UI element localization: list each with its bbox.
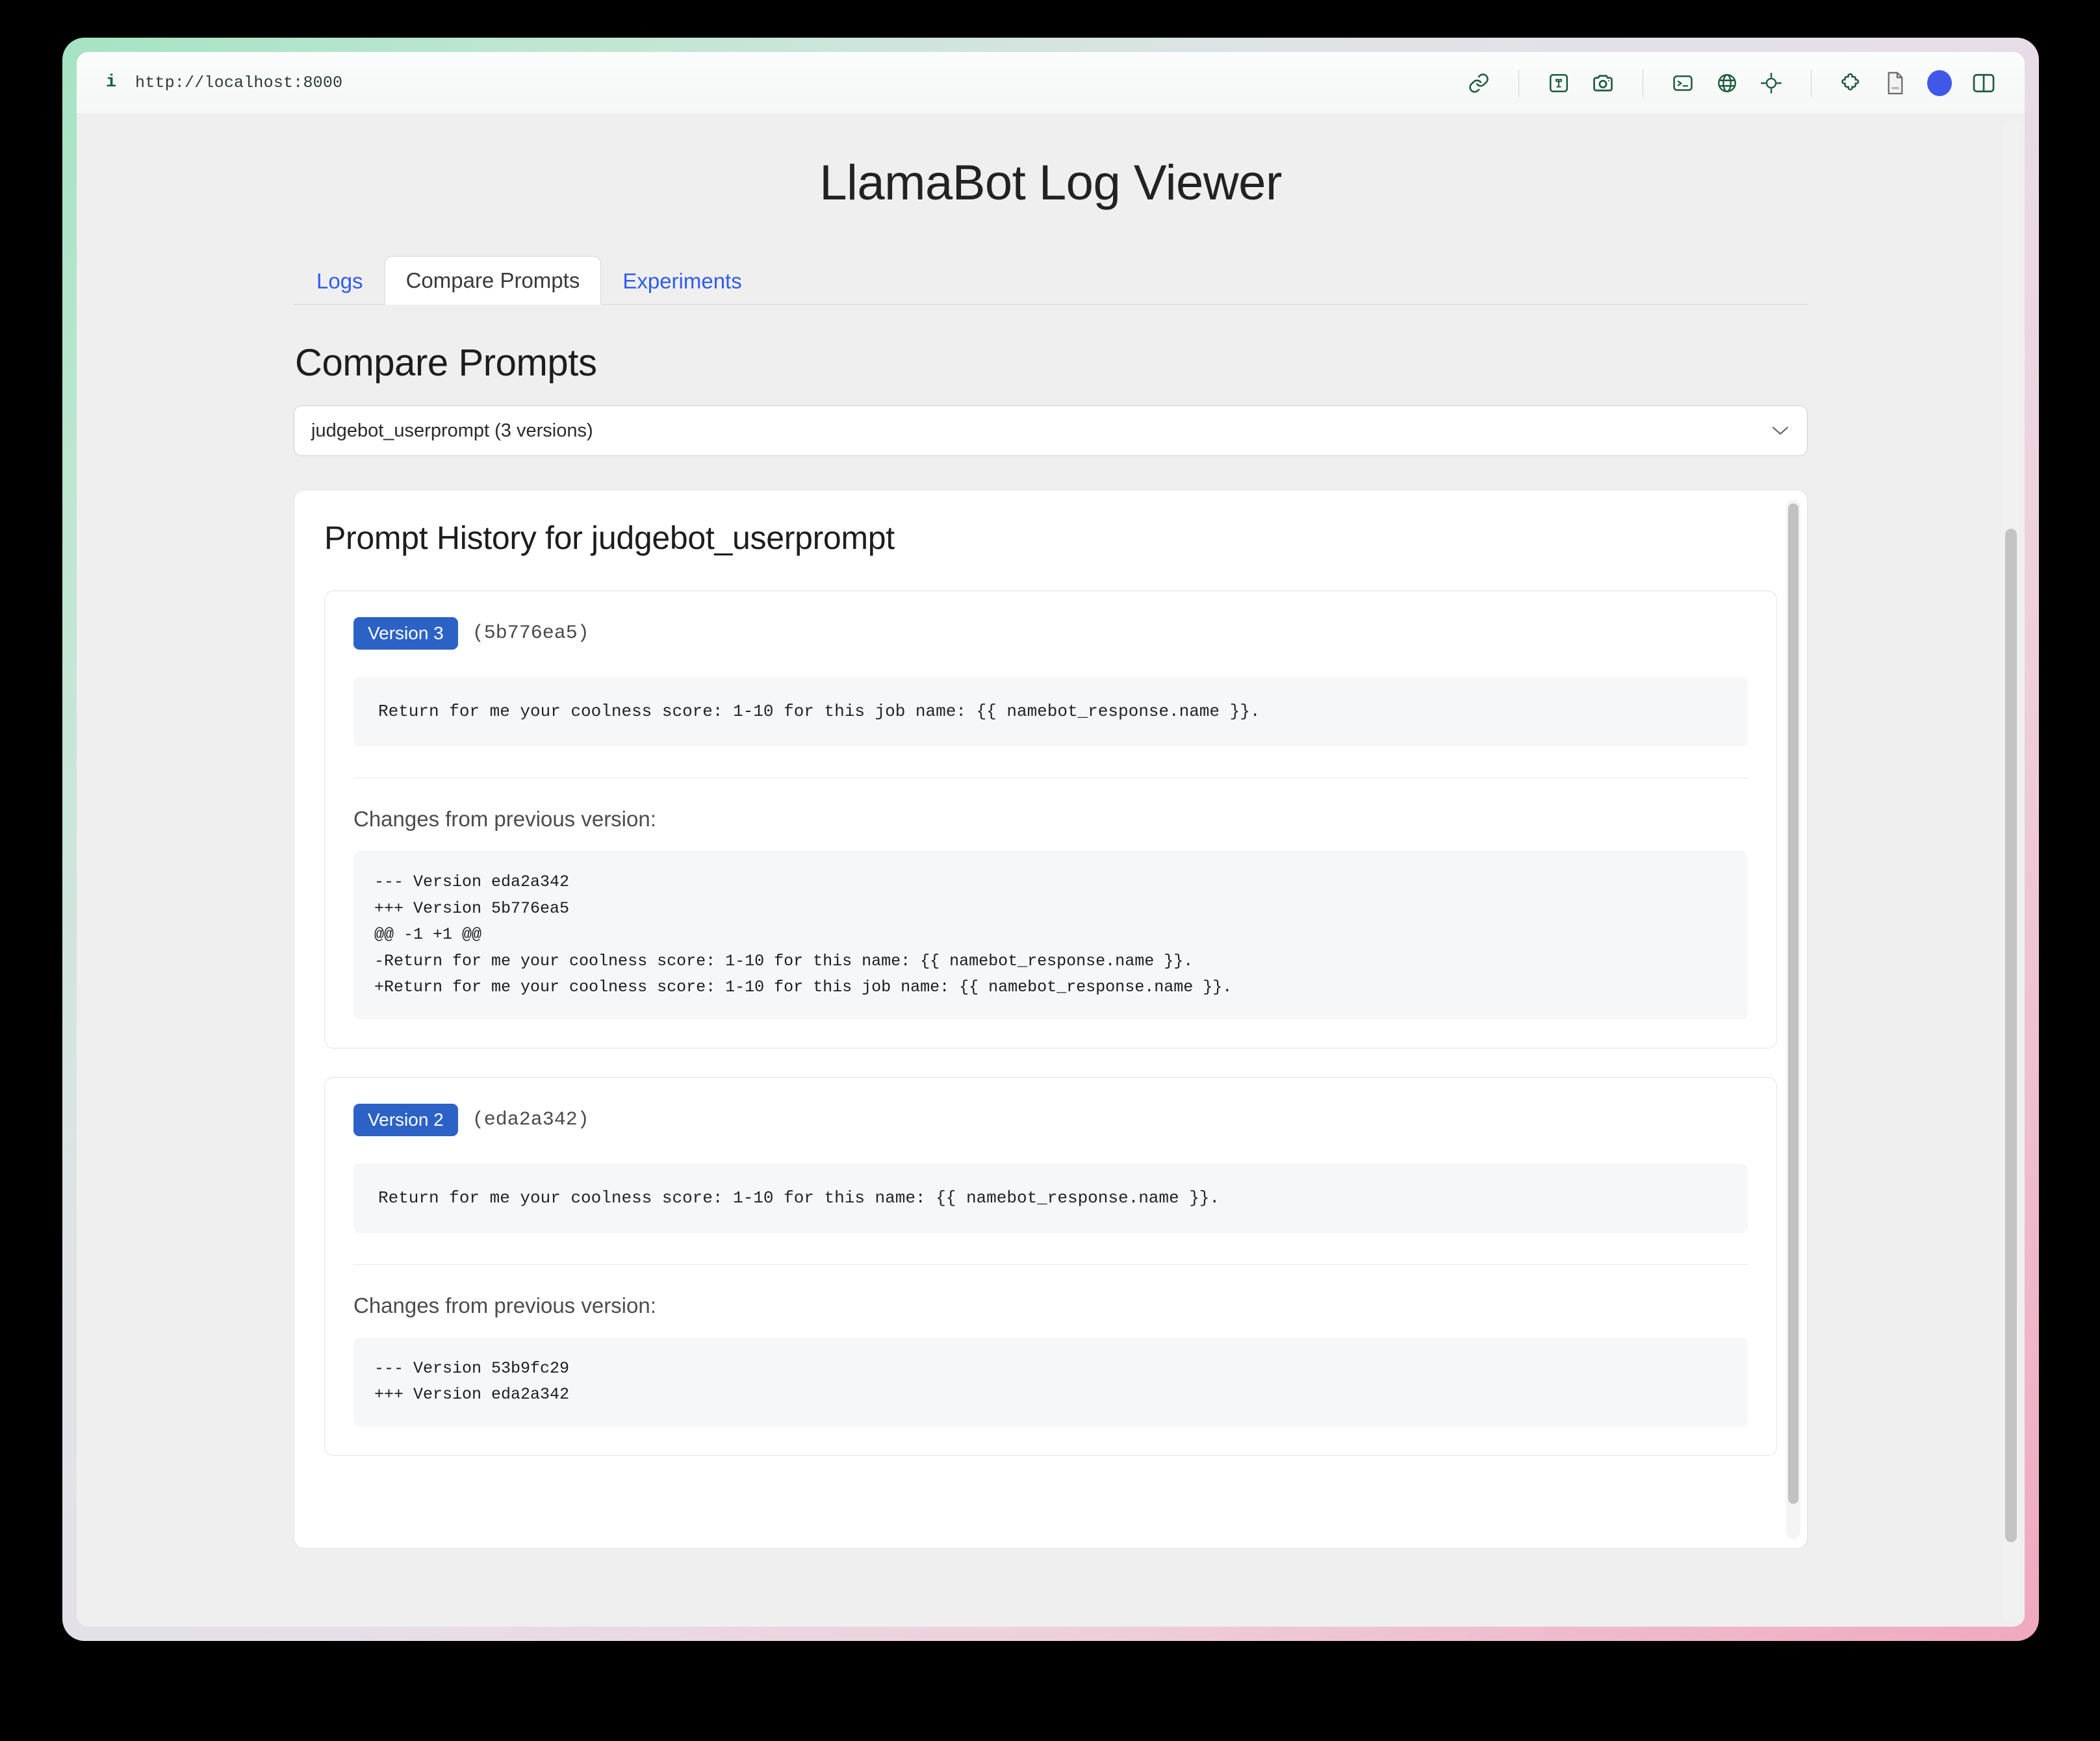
tab-compare-prompts[interactable]: Compare Prompts — [384, 256, 602, 305]
version-header: Version 3 (5b776ea5) — [353, 617, 1748, 650]
prompt-select[interactable]: judgebot_userprompt (3 versions) — [294, 405, 1808, 456]
toolbar-icon-group — [1464, 68, 1999, 98]
version-card: Version 2 (eda2a342) Return for me your … — [324, 1076, 1777, 1456]
version-badge: Version 3 — [353, 617, 458, 650]
tab-logs[interactable]: Logs — [295, 257, 385, 305]
version-card: Version 3 (5b776ea5) Return for me your … — [324, 591, 1777, 1048]
split-panel-icon[interactable] — [1969, 68, 1999, 98]
tab-bar: Logs Compare Prompts Experiments — [294, 251, 1808, 305]
diff-text: --- Version 53b9fc29 +++ Version eda2a34… — [353, 1337, 1748, 1427]
prompt-text: Return for me your coolness score: 1-10 … — [353, 677, 1748, 746]
section-title: Compare Prompts — [295, 342, 597, 384]
toolbar-separator-3 — [1811, 69, 1812, 97]
terminal-icon[interactable] — [1668, 68, 1698, 98]
status-dot[interactable] — [1925, 68, 1954, 98]
browser-toolbar: i http://localhost:8000 — [77, 52, 2025, 114]
url-text: http://localhost:8000 — [135, 73, 343, 92]
page-body: LlamaBot Log Viewer Logs Compare Prompts… — [77, 114, 2025, 1627]
url-bar[interactable]: i http://localhost:8000 — [105, 73, 1464, 92]
tab-experiments[interactable]: Experiments — [601, 257, 763, 305]
content-container: Logs Compare Prompts Experiments Compare… — [294, 211, 1808, 1549]
page-title: LlamaBot Log Viewer — [819, 155, 1282, 210]
info-icon: i — [105, 73, 117, 92]
globe-icon[interactable] — [1712, 68, 1742, 98]
prompt-text: Return for me your coolness score: 1-10 … — [353, 1163, 1748, 1233]
link-icon[interactable] — [1464, 68, 1494, 98]
browser-window-inner: i http://localhost:8000 LlamaBot Log Vie… — [77, 52, 2025, 1627]
prompt-history-scroll-area: Prompt History for judgebot_userprompt V… — [294, 490, 1807, 1548]
page-scrollbar-thumb[interactable] — [2005, 529, 2017, 1542]
chevron-down-icon — [1772, 426, 1789, 436]
version-header: Version 2 (eda2a342) — [353, 1103, 1748, 1136]
camera-icon[interactable] — [1588, 68, 1618, 98]
panel-scrollbar[interactable] — [1786, 500, 1800, 1539]
card-divider — [353, 1264, 1748, 1265]
document-icon[interactable] — [1880, 68, 1910, 98]
prompt-select-value: judgebot_userprompt (3 versions) — [311, 420, 593, 441]
version-hash: (5b776ea5) — [472, 622, 589, 644]
panel-heading: Prompt History for judgebot_userprompt — [324, 520, 895, 556]
browser-window: i http://localhost:8000 LlamaBot Log Vie… — [62, 38, 2039, 1641]
toolbar-separator-1 — [1518, 69, 1519, 97]
diff-text: --- Version eda2a342 +++ Version 5b776ea… — [353, 851, 1748, 1019]
changes-label: Changes from previous version: — [353, 1293, 656, 1317]
puzzle-icon[interactable] — [1836, 68, 1866, 98]
version-hash: (eda2a342) — [472, 1108, 589, 1131]
version-badge: Version 2 — [353, 1103, 458, 1136]
image-icon[interactable] — [1544, 68, 1574, 98]
changes-label: Changes from previous version: — [353, 807, 656, 831]
page-scrollbar[interactable] — [2003, 120, 2019, 1621]
prompt-history-panel: Prompt History for judgebot_userprompt V… — [294, 490, 1808, 1549]
panel-scrollbar-thumb[interactable] — [1788, 503, 1799, 1504]
target-icon[interactable] — [1756, 68, 1786, 98]
